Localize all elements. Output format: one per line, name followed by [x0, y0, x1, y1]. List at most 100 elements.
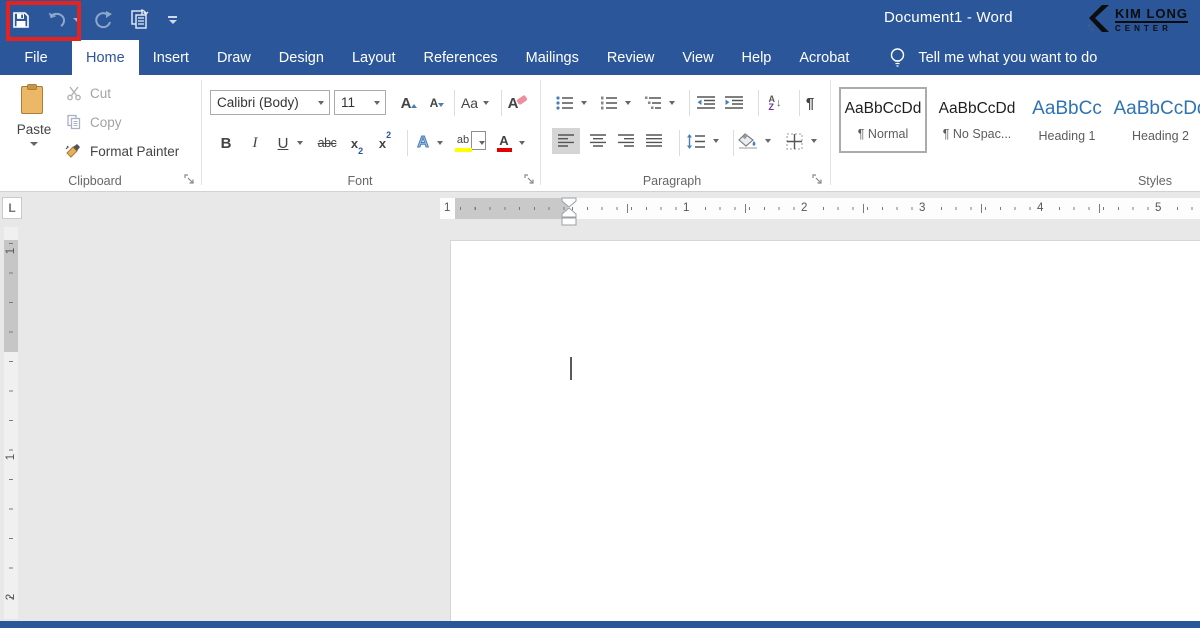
copy-button[interactable]: Copy — [64, 114, 122, 130]
bullets-dropdown[interactable] — [578, 90, 590, 116]
text-highlight-dropdown[interactable] — [476, 130, 488, 156]
save-icon[interactable] — [6, 5, 36, 35]
numbering-button[interactable] — [596, 90, 622, 116]
align-center-button[interactable] — [584, 128, 612, 154]
text-highlight-button[interactable]: ab — [450, 130, 476, 156]
underline-dropdown[interactable] — [294, 130, 306, 156]
superscript-button[interactable]: x2 — [372, 130, 398, 156]
subscript-button[interactable]: x2 — [344, 130, 370, 156]
multilevel-dropdown[interactable] — [666, 90, 678, 116]
multilevel-list-icon — [644, 96, 662, 110]
style-no-spacing[interactable]: AaBbCcDd ¶ No Spac... — [933, 87, 1021, 153]
line-spacing-button[interactable] — [682, 128, 710, 154]
tell-me-box[interactable]: Tell me what you want to do — [889, 40, 1097, 75]
bold-button[interactable]: B — [214, 130, 238, 156]
multilevel-list-button[interactable] — [640, 90, 666, 116]
show-hide-marks-button[interactable]: ¶ — [798, 90, 822, 116]
tab-help[interactable]: Help — [728, 40, 786, 75]
font-name-select[interactable]: Calibri (Body) — [210, 90, 330, 115]
title-bar: Document1 - Word KIM LONG CENTER — [0, 0, 1200, 40]
shrink-font-button[interactable]: A — [422, 90, 446, 116]
tab-design[interactable]: Design — [265, 40, 338, 75]
sort-z: Z — [769, 103, 776, 111]
copy-icon — [64, 114, 84, 130]
bullets-button[interactable] — [552, 90, 578, 116]
change-case-button[interactable]: Aa — [457, 90, 493, 116]
tab-draw[interactable]: Draw — [203, 40, 265, 75]
copy-document-icon[interactable] — [124, 5, 154, 35]
cut-label: Cut — [90, 86, 111, 101]
tab-mailings[interactable]: Mailings — [512, 40, 593, 75]
align-left-button[interactable] — [552, 128, 580, 154]
tab-home[interactable]: Home — [72, 40, 139, 75]
tab-stop-selector[interactable]: L — [2, 197, 22, 219]
borders-button[interactable] — [780, 128, 808, 154]
tell-me-label: Tell me what you want to do — [918, 50, 1097, 66]
font-color-dropdown-icon — [519, 141, 525, 145]
grow-font-icon: A — [401, 95, 412, 112]
font-name-dropdown-icon — [313, 101, 329, 105]
style-heading-2[interactable]: AaBbCcDd Heading 2 — [1113, 87, 1200, 153]
shading-dropdown[interactable] — [762, 128, 774, 154]
italic-button[interactable]: I — [243, 130, 267, 156]
underline-icon: U — [278, 135, 289, 152]
grow-font-button[interactable]: A — [394, 90, 418, 116]
sort-button[interactable]: AZ ↓ — [760, 90, 790, 116]
clipboard-dialog-launcher-icon[interactable] — [184, 173, 196, 185]
tab-insert[interactable]: Insert — [139, 40, 203, 75]
format-painter-button[interactable]: Format Painter — [64, 143, 179, 159]
paste-button[interactable]: Paste — [10, 82, 58, 168]
align-center-icon — [589, 134, 607, 148]
line-spacing-icon — [686, 134, 706, 149]
document-page[interactable] — [450, 240, 1200, 621]
tab-acrobat[interactable]: Acrobat — [785, 40, 863, 75]
ribbon: Paste Cut Copy Format Painter Clipboard … — [0, 75, 1200, 192]
line-spacing-dropdown-icon — [713, 139, 719, 143]
font-color-dropdown[interactable] — [516, 130, 528, 156]
undo-icon[interactable] — [42, 5, 72, 35]
style-normal[interactable]: AaBbCcDd ¶ Normal — [839, 87, 927, 153]
underline-button[interactable]: U — [272, 130, 294, 156]
document-workspace: L 1 1 2 3 4 5 1 1 2 — [0, 193, 1200, 621]
numbering-dropdown[interactable] — [622, 90, 634, 116]
redo-icon[interactable] — [88, 5, 118, 35]
font-size-dropdown-icon — [369, 101, 385, 105]
tab-review[interactable]: Review — [593, 40, 669, 75]
customize-qat-icon[interactable] — [168, 16, 177, 24]
undo-dropdown-icon[interactable] — [72, 18, 82, 22]
font-color-button[interactable]: A — [492, 130, 516, 156]
superscript-icon: x — [379, 136, 386, 151]
borders-icon — [786, 133, 803, 150]
ruler-number: 2 — [5, 590, 17, 604]
shading-button[interactable] — [734, 128, 762, 154]
bullets-dropdown-icon — [581, 101, 587, 105]
strikethrough-button[interactable]: abc — [312, 130, 342, 156]
style-heading-1[interactable]: AaBbCc Heading 1 — [1023, 87, 1111, 153]
highlight-dropdown-icon — [479, 141, 485, 145]
text-effects-button[interactable]: A — [410, 130, 436, 156]
clipboard-group-label: Clipboard — [30, 174, 160, 188]
indent-markers[interactable] — [560, 197, 578, 227]
paste-label: Paste — [17, 122, 52, 137]
font-dialog-launcher-icon[interactable] — [524, 173, 536, 185]
font-size-select[interactable]: 11 — [334, 90, 386, 115]
increase-indent-button[interactable] — [720, 90, 748, 116]
horizontal-ruler[interactable]: 1 1 2 3 4 5 — [440, 198, 1200, 219]
text-effects-dropdown[interactable] — [434, 130, 446, 156]
ruler-number: 2 — [798, 201, 810, 216]
decrease-indent-button[interactable] — [692, 90, 720, 116]
cut-button[interactable]: Cut — [64, 85, 111, 101]
align-right-button[interactable] — [612, 128, 640, 154]
tab-layout[interactable]: Layout — [338, 40, 410, 75]
borders-dropdown[interactable] — [808, 128, 820, 154]
paragraph-dialog-launcher-icon[interactable] — [812, 173, 824, 185]
line-spacing-dropdown[interactable] — [710, 128, 722, 154]
change-case-dropdown-icon — [483, 101, 489, 105]
clear-formatting-button[interactable]: A — [504, 90, 532, 116]
justify-button[interactable] — [640, 128, 668, 154]
tab-view[interactable]: View — [668, 40, 727, 75]
vertical-ruler[interactable]: 1 1 2 — [4, 227, 18, 619]
tab-file[interactable]: File — [0, 40, 72, 75]
tab-references[interactable]: References — [409, 40, 511, 75]
logo-arrow-icon — [1085, 4, 1111, 34]
